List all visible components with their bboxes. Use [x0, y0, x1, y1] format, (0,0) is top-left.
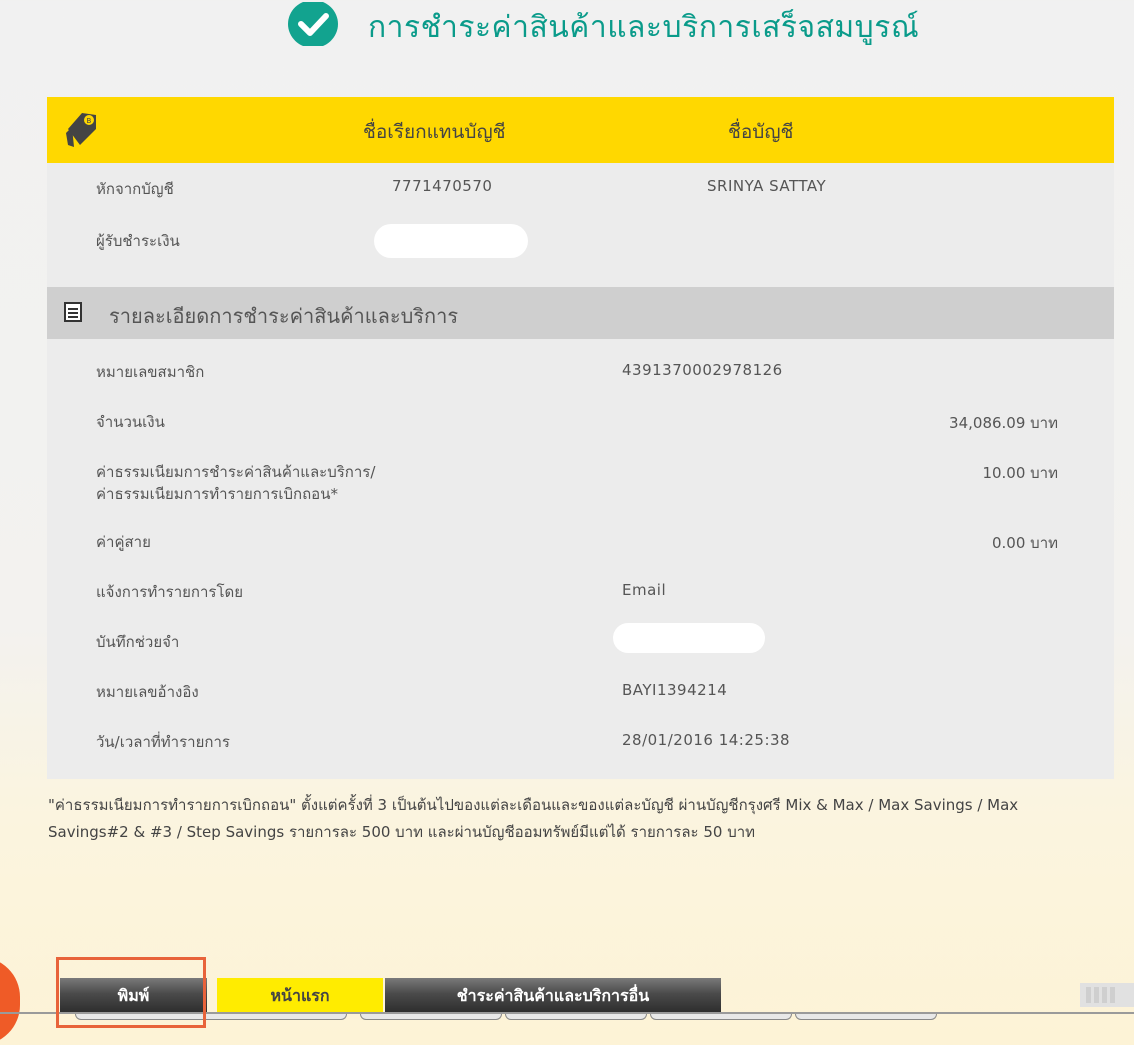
from-account-row: หักจากบัญชี 7771470570 SRINYA SATTAY	[47, 163, 1114, 215]
from-account-number: 7771470570	[392, 177, 493, 195]
notify-value: Email	[622, 581, 667, 599]
scroll-grip[interactable]	[1080, 983, 1134, 1007]
check-circle-icon	[288, 2, 338, 46]
home-button[interactable]: หน้าแรก	[217, 978, 383, 1012]
datetime-value: 28/01/2016 14:25:38	[622, 731, 791, 749]
line-fee-value: 0.00 บาท	[992, 534, 1058, 552]
memo-row: บันทึกช่วยจำ	[47, 617, 1114, 667]
reference-row: หมายเลขอ้างอิง BAYI1394214	[47, 667, 1114, 717]
datetime-label: วัน/เวลาที่ทำรายการ	[96, 733, 230, 751]
document-icon	[64, 302, 82, 322]
line-fee-label: ค่าคู่สาย	[96, 533, 151, 551]
svg-text:B: B	[87, 117, 92, 125]
notify-label: แจ้งการทำรายการโดย	[96, 583, 244, 601]
datetime-row: วัน/เวลาที่ทำรายการ 28/01/2016 14:25:38	[47, 717, 1114, 767]
fee-label-line2: ค่าธรรมเนียมการทำรายการเบิกถอน*	[96, 485, 338, 503]
reference-label: หมายเลขอ้างอิง	[96, 683, 199, 701]
line-fee-row: ค่าคู่สาย 0.00 บาท	[47, 517, 1114, 567]
details-title: รายละเอียดการชำระค่าสินค้าและบริการ	[109, 304, 459, 328]
tab-strip	[75, 1014, 1134, 1020]
fee-label-line1: ค่าธรรมเนียมการชำระค่าสินค้าและบริการ/	[96, 463, 376, 481]
fee-row: ค่าธรรมเนียมการชำระค่าสินค้าและบริการ/ ค…	[47, 447, 1114, 517]
pay-other-button[interactable]: ชำระค่าสินค้าและบริการอื่น	[385, 978, 721, 1012]
amount-row: จำนวนเงิน 34,086.09 บาท	[47, 397, 1114, 447]
header: การชำระค่าสินค้าและบริการเสร็จสมบูรณ์	[0, 0, 1134, 50]
details-section: หมายเลขสมาชิก 4391370002978126 จำนวนเงิน…	[47, 339, 1114, 779]
account-section: หักจากบัญชี 7771470570 SRINYA SATTAY ผู้…	[47, 163, 1114, 287]
fee-label: ค่าธรรมเนียมการชำระค่าสินค้าและบริการ/ ค…	[96, 461, 375, 505]
redacted-payee	[374, 224, 528, 258]
reference-value: BAYI1394214	[622, 681, 728, 699]
account-header: B ชื่อเรียกแทนบัญชี ชื่อบัญชี	[47, 97, 1114, 163]
page-title: การชำระค่าสินค้าและบริการเสร็จสมบูรณ์	[368, 10, 920, 45]
member-number-value: 4391370002978126	[622, 361, 783, 379]
nickname-column-header: ชื่อเรียกแทนบัญชี	[363, 121, 506, 143]
from-account-name: SRINYA SATTAY	[707, 177, 827, 195]
annotation-marker	[0, 957, 20, 1045]
price-tag-icon: B	[66, 113, 96, 147]
memo-label: บันทึกช่วยจำ	[96, 633, 180, 651]
member-number-row: หมายเลขสมาชิก 4391370002978126	[47, 347, 1114, 397]
payee-row: ผู้รับชำระเงิน	[47, 215, 1114, 269]
fee-value: 10.00 บาท	[982, 464, 1058, 482]
redacted-memo	[613, 623, 765, 653]
amount-value: 34,086.09 บาท	[949, 414, 1058, 432]
print-highlight-box	[56, 957, 206, 1028]
member-number-label: หมายเลขสมาชิก	[96, 363, 205, 381]
notify-row: แจ้งการทำรายการโดย Email	[47, 567, 1114, 617]
details-header: รายละเอียดการชำระค่าสินค้าและบริการ	[47, 287, 1114, 339]
payment-summary-card: B ชื่อเรียกแทนบัญชี ชื่อบัญชี หักจากบัญช…	[47, 97, 1114, 779]
fee-note: "ค่าธรรมเนียมการทำรายการเบิกถอน" ตั้งแต่…	[48, 796, 1019, 841]
payment-confirmation-page: การชำระค่าสินค้าและบริการเสร็จสมบูรณ์ B …	[0, 0, 1134, 1045]
payee-label: ผู้รับชำระเงิน	[96, 232, 180, 250]
account-name-column-header: ชื่อบัญชี	[728, 121, 794, 143]
amount-label: จำนวนเงิน	[96, 413, 165, 431]
from-account-label: หักจากบัญชี	[96, 180, 174, 198]
